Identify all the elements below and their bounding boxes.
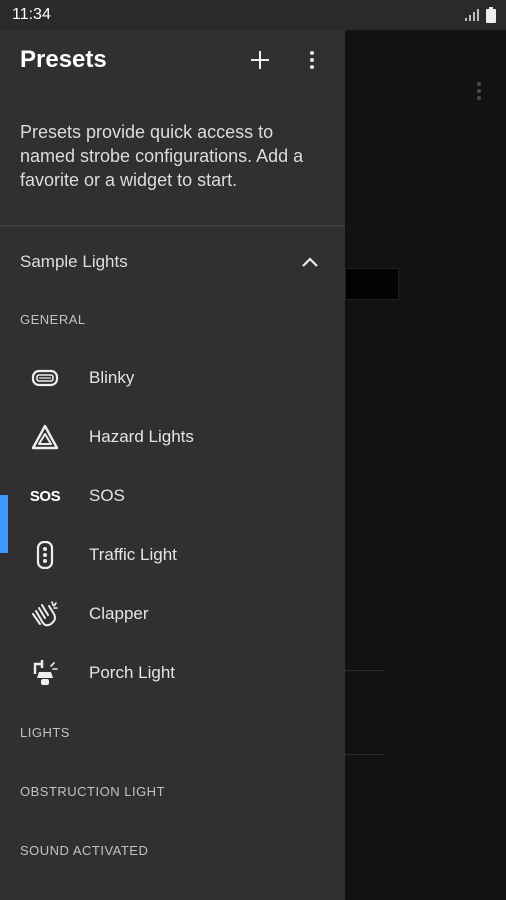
category-obstruction-light[interactable]: OBSTRUCTION LIGHT (20, 784, 165, 799)
preset-label: Hazard Lights (89, 427, 194, 446)
category-general: GENERAL (20, 312, 86, 327)
clapping-hands-icon (28, 597, 62, 631)
preset-label: SOS (89, 486, 125, 505)
intro-text: Presets provide quick access to named st… (20, 122, 304, 190)
porch-lamp-icon (28, 656, 62, 690)
preset-item-traffic-light[interactable]: Traffic Light (0, 527, 345, 583)
status-bar: 11:34 (0, 0, 506, 30)
divider (0, 225, 345, 227)
preset-label: Clapper (89, 604, 149, 623)
signal-icon (464, 8, 480, 22)
background-divider (345, 754, 385, 755)
plus-icon (251, 51, 269, 69)
background-divider (345, 670, 385, 671)
background-more-icon (466, 77, 492, 105)
preset-item-sos[interactable]: SOS SOS (0, 468, 345, 524)
more-vert-icon (310, 51, 314, 55)
preset-label: Traffic Light (89, 545, 177, 564)
preset-label: Porch Light (89, 663, 175, 682)
more-options-button[interactable] (300, 46, 324, 74)
drawer-title: Presets (20, 46, 107, 73)
hazard-triangle-icon (28, 420, 62, 454)
traffic-light-icon (28, 538, 62, 572)
battery-icon (486, 7, 496, 23)
preset-item-blinky[interactable]: Blinky (0, 350, 345, 406)
background-control (345, 268, 399, 300)
chevron-up-icon (302, 257, 318, 267)
preset-item-porch-light[interactable]: Porch Light (0, 645, 345, 701)
category-sound-activated[interactable]: SOUND ACTIVATED (20, 843, 148, 858)
section-sample-lights[interactable]: Sample Lights (0, 237, 345, 287)
drawer-header: Presets (0, 30, 345, 88)
presets-drawer: Presets Presets provide quick access to … (0, 30, 345, 900)
add-preset-button[interactable] (246, 46, 274, 74)
status-time: 11:34 (12, 6, 51, 23)
blinky-icon (28, 361, 62, 395)
category-lights[interactable]: LIGHTS (20, 725, 70, 740)
status-icons (464, 7, 496, 23)
section-label: Sample Lights (20, 252, 128, 271)
preset-label: Blinky (89, 368, 135, 387)
preset-item-clapper[interactable]: Clapper (0, 586, 345, 642)
sos-icon: SOS (29, 487, 61, 505)
preset-item-hazard-lights[interactable]: Hazard Lights (0, 409, 345, 465)
